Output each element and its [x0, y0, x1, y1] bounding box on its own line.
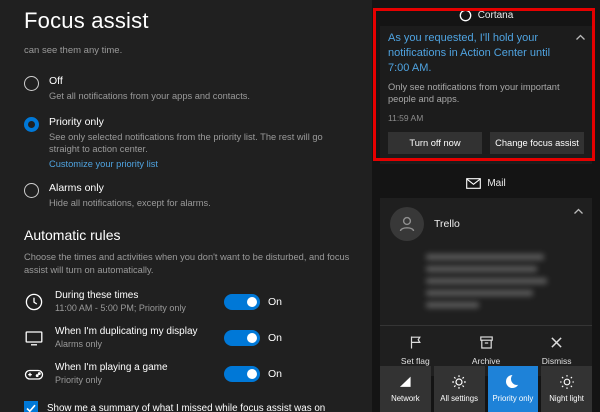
radio-option-alarms-only[interactable]: Alarms only Hide all notifications, exce…: [24, 182, 352, 210]
redacted-text-line: [426, 290, 533, 296]
option-desc-alarms: Hide all notifications, except for alarm…: [49, 197, 211, 210]
notification-title: As you requested, I'll hold your notific…: [388, 31, 570, 76]
rule-title: When I'm playing a game: [55, 362, 224, 373]
clock-icon: [24, 292, 46, 312]
option-label-alarms: Alarms only: [49, 182, 211, 194]
option-desc-priority: See only selected notifications from the…: [49, 131, 349, 156]
check-icon: [26, 404, 36, 412]
mail-group-header[interactable]: Mail: [380, 173, 592, 195]
radio-priority-only[interactable]: [24, 117, 39, 132]
toggle-playing-game[interactable]: [224, 366, 260, 382]
chevron-up-icon[interactable]: [573, 208, 584, 215]
automatic-rules-description: Choose the times and activities when you…: [24, 251, 352, 277]
radio-alarms-only[interactable]: [24, 183, 39, 198]
rule-subtitle: 11:00 AM - 5:00 PM; Priority only: [55, 303, 224, 313]
cortana-notification-card[interactable]: As you requested, I'll hold your notific…: [380, 26, 592, 164]
redacted-text-line: [426, 266, 537, 272]
action-label: Archive: [472, 356, 500, 366]
action-label: Set flag: [401, 356, 430, 366]
toggle-state-label: On: [268, 368, 286, 380]
night-light-icon: [559, 373, 575, 390]
tile-label: Night light: [549, 394, 584, 403]
rule-title: During these times: [55, 290, 224, 301]
redacted-text-line: [426, 302, 479, 308]
archive-icon: [479, 335, 494, 350]
option-desc-off: Get all notifications from your apps and…: [49, 90, 250, 103]
option-label-off: Off: [49, 75, 250, 87]
rule-subtitle: Alarms only: [55, 339, 224, 349]
option-label-priority: Priority only: [49, 116, 349, 128]
quick-action-all-settings[interactable]: All settings: [434, 366, 485, 412]
rule-title: When I'm duplicating my display: [55, 326, 224, 337]
monitor-icon: [24, 328, 46, 348]
person-icon: [397, 214, 417, 234]
flag-icon: [408, 335, 423, 350]
focus-mode-options: Off Get all notifications from your apps…: [24, 75, 352, 209]
rule-playing-game[interactable]: When I'm playing a game Priority only On: [24, 362, 286, 385]
customize-priority-list-link[interactable]: Customize your priority list: [49, 159, 349, 169]
intro-text: can see them any time.: [24, 45, 352, 56]
cortana-group-label: Cortana: [478, 10, 514, 21]
tile-label: Network: [391, 394, 420, 403]
gamepad-icon: [24, 364, 46, 384]
action-center-panel: Cortana As you requested, I'll hold your…: [372, 0, 600, 412]
summary-checkbox[interactable]: [24, 401, 38, 412]
change-focus-assist-button[interactable]: Change focus assist: [490, 132, 584, 154]
tile-label: All settings: [440, 394, 478, 403]
summary-checkbox-row[interactable]: Show me a summary of what I missed while…: [24, 401, 352, 412]
gear-icon: [451, 373, 467, 390]
mail-group: Mail Trello: [380, 173, 592, 376]
moon-icon: [505, 373, 521, 390]
action-label: Dismiss: [542, 356, 572, 366]
windows-focus-assist-screen: Focus assist can see them any time. Off …: [0, 0, 600, 412]
quick-action-priority-only[interactable]: Priority only: [488, 366, 539, 412]
cortana-group-header[interactable]: Cortana: [380, 4, 592, 26]
notification-timestamp: 11:59 AM: [388, 113, 584, 123]
page-title: Focus assist: [24, 8, 352, 34]
tile-label: Priority only: [493, 394, 534, 403]
dismiss-icon: [549, 335, 564, 350]
radio-off[interactable]: [24, 76, 39, 91]
toggle-state-label: On: [268, 296, 286, 308]
cortana-icon: [459, 9, 472, 22]
mail-group-label: Mail: [487, 178, 505, 189]
redacted-text-line: [426, 278, 547, 284]
rule-duplicating-display[interactable]: When I'm duplicating my display Alarms o…: [24, 326, 286, 349]
settings-pane: Focus assist can see them any time. Off …: [0, 0, 372, 412]
toggle-state-label: On: [268, 332, 286, 344]
chevron-up-icon[interactable]: [575, 34, 586, 41]
quick-actions-row: Network All settings Priority only Night…: [380, 366, 592, 412]
quick-action-network[interactable]: Network: [380, 366, 431, 412]
mail-notification-card[interactable]: Trello Set flag Archive: [380, 198, 592, 376]
summary-checkbox-label: Show me a summary of what I missed while…: [47, 403, 325, 412]
turn-off-now-button[interactable]: Turn off now: [388, 132, 482, 154]
mail-icon: [466, 178, 481, 189]
redacted-message-preview: [380, 245, 592, 318]
toggle-during-these-times[interactable]: [224, 294, 260, 310]
automatic-rules-heading: Automatic rules: [24, 227, 352, 243]
network-signal-icon: [398, 373, 413, 390]
notification-body: Only see notifications from your importa…: [388, 81, 576, 106]
rule-during-these-times[interactable]: During these times 11:00 AM - 5:00 PM; P…: [24, 290, 286, 313]
notification-sender: Trello: [434, 218, 460, 230]
radio-option-priority-only[interactable]: Priority only See only selected notifica…: [24, 116, 352, 169]
avatar: [390, 207, 424, 241]
redacted-text-line: [426, 254, 544, 260]
automatic-rules-list: During these times 11:00 AM - 5:00 PM; P…: [24, 290, 286, 385]
radio-option-off[interactable]: Off Get all notifications from your apps…: [24, 75, 352, 103]
toggle-duplicating-display[interactable]: [224, 330, 260, 346]
rule-subtitle: Priority only: [55, 375, 224, 385]
quick-action-night-light[interactable]: Night light: [541, 366, 592, 412]
